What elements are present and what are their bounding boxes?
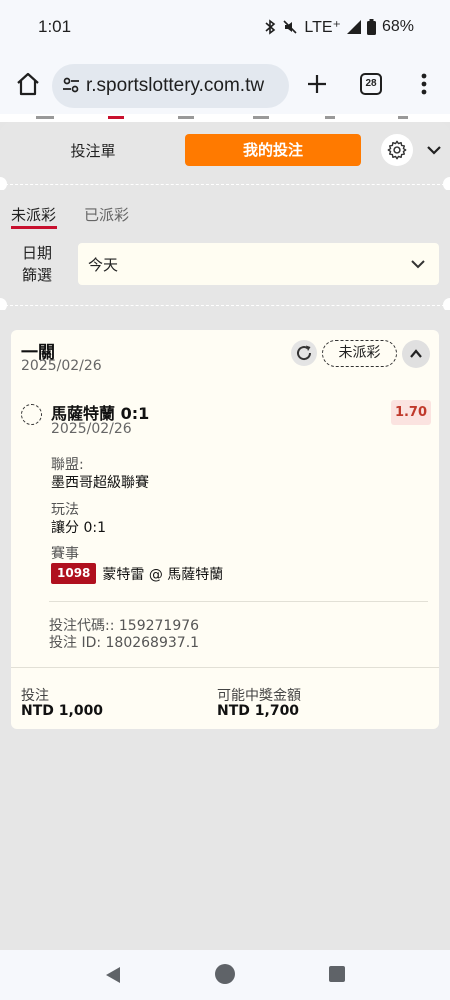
refresh-button[interactable] — [291, 340, 317, 366]
more-menu-icon[interactable] — [414, 70, 434, 98]
selection-status-icon — [21, 404, 42, 425]
ticket-notch — [443, 177, 450, 191]
gear-icon — [387, 140, 407, 160]
signal-icon — [346, 20, 361, 34]
divider — [11, 667, 439, 668]
home-icon[interactable] — [14, 70, 42, 98]
tab-my-bets[interactable]: 我的投注 — [185, 134, 361, 166]
battery-level: 68% — [381, 18, 414, 35]
refresh-icon — [297, 345, 312, 361]
date-filter-label: 日期篩選 — [22, 244, 53, 284]
selection-date: 2025/02/26 — [51, 421, 132, 437]
battery-icon — [366, 19, 376, 35]
collapse-button[interactable] — [402, 340, 430, 368]
page-header-partial — [0, 114, 450, 122]
event-row: 1098 蒙特雷 @ 馬薩特蘭 — [51, 563, 223, 584]
settings-button[interactable] — [381, 134, 413, 166]
bet-panel-header: 投注單 我的投注 — [0, 122, 450, 190]
status-icons: LTE⁺ 68% — [264, 17, 414, 37]
bet-id: 投注 ID: 180268937.1 — [49, 635, 200, 651]
address-bar[interactable]: r.sportslottery.com.tw — [52, 64, 289, 108]
site-settings-icon[interactable] — [62, 76, 80, 94]
odds-badge: 1.70 — [391, 400, 431, 425]
chevron-down-icon[interactable] — [424, 140, 444, 160]
tab-unsettled[interactable]: 未派彩 — [11, 204, 56, 225]
status-bar: 1:01 LTE⁺ 68% — [0, 0, 450, 56]
chevron-down-icon — [411, 260, 425, 269]
divider — [0, 184, 450, 185]
browser-toolbar: r.sportslottery.com.tw 28 — [0, 56, 450, 114]
stake-value: NTD 1,000 — [21, 703, 104, 719]
bet-card: 一關 2025/02/26 未派彩 馬薩特蘭 0:1 2025/02/26 1.… — [11, 330, 439, 729]
event-code-badge: 1098 — [51, 563, 97, 584]
new-tab-icon[interactable] — [303, 70, 331, 98]
date-filter-value: 今天 — [88, 256, 119, 274]
league-label: 聯盟: — [51, 457, 84, 473]
filter-area: 未派彩 已派彩 日期篩選 今天 — [0, 190, 450, 310]
system-nav-bar — [0, 950, 450, 1000]
stake-label: 投注 — [21, 688, 49, 704]
mute-icon — [283, 20, 297, 34]
tab-settled[interactable]: 已派彩 — [84, 204, 129, 225]
chevron-up-icon — [410, 349, 422, 358]
back-icon[interactable] — [104, 965, 122, 985]
recents-icon[interactable] — [329, 966, 345, 982]
tab-switcher-button[interactable]: 28 — [360, 73, 382, 95]
date-filter-select[interactable]: 今天 — [78, 243, 439, 285]
event-label: 賽事 — [51, 546, 79, 562]
bluetooth-icon — [265, 19, 276, 35]
home-nav-icon[interactable] — [215, 964, 235, 984]
status-badge: 未派彩 — [322, 340, 397, 367]
market-value: 讓分 0:1 — [51, 520, 106, 536]
league-value: 墨西哥超級聯賽 — [51, 475, 149, 491]
divider — [0, 305, 450, 306]
network-type: LTE⁺ — [304, 19, 341, 36]
bet-placed-date: 2025/02/26 — [21, 358, 102, 374]
active-tab-indicator — [11, 226, 57, 229]
tab-betslip[interactable]: 投注單 — [50, 136, 136, 166]
url-text: r.sportslottery.com.tw — [86, 75, 265, 96]
payout-value: NTD 1,700 — [217, 703, 300, 719]
payout-label: 可能中獎金額 — [217, 688, 301, 704]
divider — [49, 601, 428, 602]
status-time: 1:01 — [38, 17, 72, 36]
event-name: 蒙特雷 @ 馬薩特蘭 — [102, 566, 224, 583]
market-label: 玩法 — [51, 502, 79, 518]
